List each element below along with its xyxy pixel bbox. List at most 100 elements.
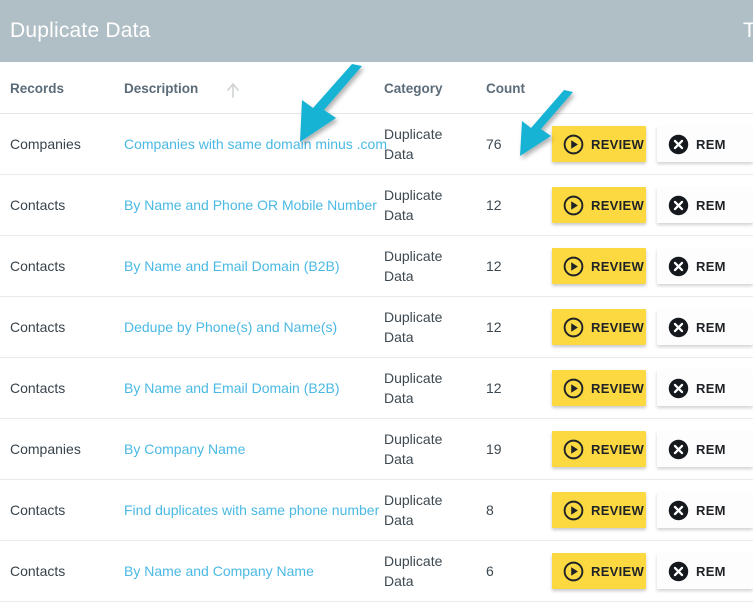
table-row: Contacts Dedupe by Phone(s) and Name(s) Du… [0, 296, 753, 358]
cell-records: Contacts [0, 479, 112, 541]
table-row: Contacts By Name and Email Domain (B2B) Du… [0, 357, 753, 419]
cell-remove-action: REM [657, 357, 753, 419]
cell-description: Find duplicates with same phone number [112, 479, 384, 541]
review-button-label: REVIEW [591, 136, 645, 152]
play-circle-icon [563, 378, 584, 399]
column-header-count-label: Count [486, 80, 525, 96]
close-circle-icon [668, 500, 689, 521]
review-button[interactable]: REVIEW [552, 492, 646, 528]
review-button[interactable]: REVIEW [552, 370, 646, 406]
column-header-category[interactable]: Category [384, 62, 486, 114]
remove-button-label: REM [696, 136, 726, 152]
column-header-category-label: Category [384, 80, 443, 96]
cell-review-action: REVIEW [552, 235, 657, 297]
remove-button[interactable]: REM [657, 309, 753, 345]
category-value: Duplicate Data [384, 553, 443, 589]
close-circle-icon [668, 195, 689, 216]
description-link[interactable]: By Name and Company Name [124, 563, 314, 579]
description-link[interactable]: By Name and Phone OR Mobile Number [124, 197, 377, 213]
cell-count: 12 [486, 296, 552, 358]
count-value: 6 [486, 563, 494, 579]
review-button[interactable]: REVIEW [552, 126, 646, 162]
cell-review-action: REVIEW [552, 418, 657, 480]
review-button[interactable]: REVIEW [552, 248, 646, 284]
review-button[interactable]: REVIEW [552, 309, 646, 345]
records-value: Companies [10, 136, 81, 152]
description-link[interactable]: Find duplicates with same phone number [124, 502, 379, 518]
cell-description: Companies with same domain minus .com [112, 113, 387, 175]
count-value: 12 [486, 319, 502, 335]
description-link[interactable]: Dedupe by Phone(s) and Name(s) [124, 319, 337, 335]
description-link[interactable]: By Company Name [124, 441, 245, 457]
table-row: Companies Companies with same domain minu… [0, 113, 753, 175]
close-circle-icon [668, 439, 689, 460]
remove-button[interactable]: REM [657, 187, 753, 223]
cell-count: 19 [486, 418, 552, 480]
cell-remove-action: REM [657, 540, 753, 602]
description-link[interactable]: By Name and Email Domain (B2B) [124, 258, 340, 274]
review-button[interactable]: REVIEW [552, 431, 646, 467]
remove-button[interactable]: REM [657, 492, 753, 528]
cell-review-action: REVIEW [552, 479, 657, 541]
count-value: 12 [486, 380, 502, 396]
cell-count: 76 [486, 113, 552, 175]
cell-review-action: REVIEW [552, 174, 657, 236]
cell-description: By Name and Phone OR Mobile Number [112, 174, 384, 236]
records-value: Contacts [10, 563, 66, 579]
remove-button[interactable]: REM [657, 370, 753, 406]
column-header-description-label: Description [124, 80, 199, 96]
cell-review-action: REVIEW [552, 113, 657, 175]
arrow-up-icon[interactable] [226, 82, 240, 98]
remove-button-label: REM [696, 319, 726, 335]
remove-button-label: REM [696, 563, 726, 579]
count-value: 8 [486, 502, 494, 518]
cell-category: Duplicate Data [384, 113, 486, 175]
review-button-label: REVIEW [591, 319, 645, 335]
column-header-records[interactable]: Records [0, 62, 112, 114]
cell-count: 8 [486, 479, 552, 541]
description-link[interactable]: By Name and Email Domain (B2B) [124, 380, 340, 396]
cell-review-action: REVIEW [552, 357, 657, 419]
play-circle-icon [563, 500, 584, 521]
column-header-description[interactable]: Description [112, 62, 384, 114]
records-value: Contacts [10, 319, 66, 335]
cell-description: By Name and Email Domain (B2B) [112, 235, 384, 297]
cell-review-action: REVIEW [552, 296, 657, 358]
review-button[interactable]: REVIEW [552, 553, 646, 589]
remove-button-label: REM [696, 197, 726, 213]
cell-records: Contacts [0, 174, 112, 236]
records-value: Companies [10, 441, 81, 457]
page-title: Duplicate Data [10, 19, 151, 42]
play-circle-icon [563, 561, 584, 582]
play-circle-icon [563, 317, 584, 338]
header-edge-cutoff-text: T [743, 20, 753, 42]
close-circle-icon [668, 134, 689, 155]
cell-category: Duplicate Data [384, 418, 486, 480]
remove-button[interactable]: REM [657, 431, 753, 467]
cell-category: Duplicate Data [384, 235, 486, 297]
column-header-remove-actions [657, 62, 753, 114]
category-value: Duplicate Data [384, 431, 443, 467]
table-row: Companies By Company Name Duplicate Data 19… [0, 418, 753, 480]
cell-records: Companies [0, 418, 112, 480]
play-circle-icon [563, 134, 584, 155]
cell-records: Contacts [0, 357, 112, 419]
cell-count: 12 [486, 174, 552, 236]
category-value: Duplicate Data [384, 370, 443, 406]
table-row: Contacts Find duplicates with same phone … [0, 479, 753, 541]
column-header-review-actions [552, 62, 657, 114]
remove-button[interactable]: REM [657, 248, 753, 284]
cell-count: 6 [486, 540, 552, 602]
remove-button-label: REM [696, 441, 726, 457]
remove-button[interactable]: REM [657, 126, 753, 162]
cell-category: Duplicate Data [384, 357, 486, 419]
cell-remove-action: REM [657, 235, 753, 297]
cell-remove-action: REM [657, 113, 753, 175]
category-value: Duplicate Data [384, 187, 443, 223]
review-button[interactable]: REVIEW [552, 187, 646, 223]
description-link[interactable]: Companies with same domain minus .com [124, 136, 387, 152]
remove-button-label: REM [696, 502, 726, 518]
remove-button[interactable]: REM [657, 553, 753, 589]
cell-description: By Company Name [112, 418, 384, 480]
column-header-count[interactable]: Count [486, 62, 552, 114]
